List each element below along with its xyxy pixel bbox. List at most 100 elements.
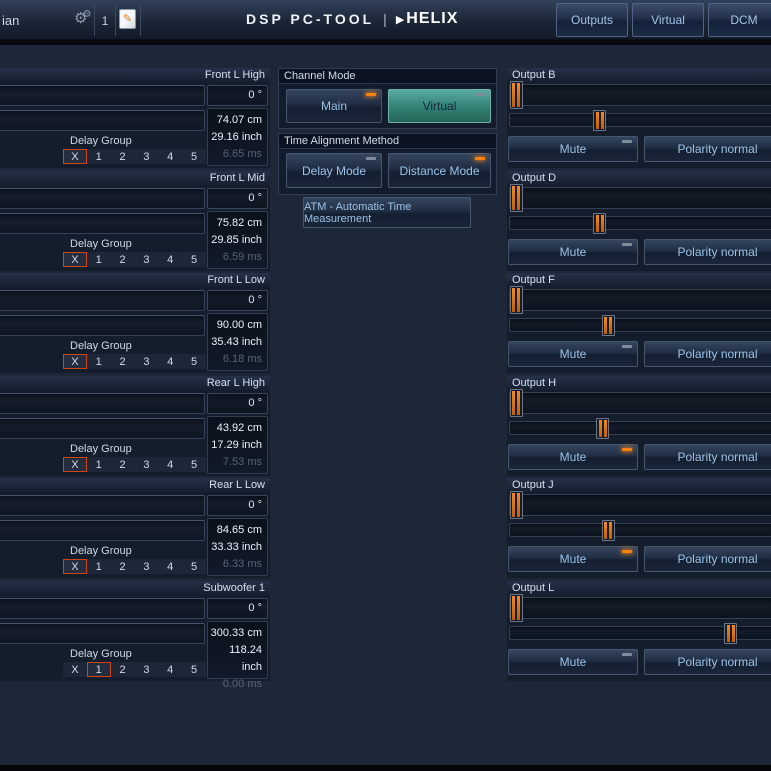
mute-button[interactable]: Mute — [508, 136, 638, 162]
delay-group-option[interactable]: 3 — [134, 662, 158, 677]
distance-fader-track[interactable] — [0, 520, 205, 541]
delay-group-option[interactable]: 3 — [134, 252, 158, 267]
mute-button[interactable]: Mute — [508, 341, 638, 367]
delay-group-option[interactable]: X — [63, 354, 87, 369]
delay-group-option[interactable]: 1 — [87, 149, 111, 164]
delay-group-option[interactable]: X — [63, 252, 87, 267]
delay-group-option[interactable]: 5 — [182, 559, 206, 574]
output-delay-slider-track[interactable] — [509, 113, 771, 127]
output-delay-slider-handle[interactable] — [596, 418, 609, 439]
output-level-slider-handle[interactable] — [510, 184, 523, 212]
delay-group-option[interactable]: 2 — [111, 662, 135, 677]
delay-fader-track[interactable] — [0, 393, 205, 414]
phase-angle-field[interactable]: 0 ° — [207, 495, 268, 516]
polarity-button[interactable]: Polarity normal — [644, 546, 771, 572]
delay-fader-track[interactable] — [0, 290, 205, 311]
nav-outputs-button[interactable]: Outputs — [556, 3, 628, 37]
delay-group-option[interactable]: 1 — [87, 662, 111, 677]
polarity-button[interactable]: Polarity normal — [644, 444, 771, 470]
output-delay-slider-handle[interactable] — [602, 315, 615, 336]
delay-group-option[interactable]: 4 — [158, 559, 182, 574]
delay-group-option[interactable]: 1 — [87, 354, 111, 369]
phase-angle-field[interactable]: 0 ° — [207, 85, 268, 106]
delay-fader-track[interactable] — [0, 188, 205, 209]
mute-button[interactable]: Mute — [508, 239, 638, 265]
delay-group-option[interactable]: 5 — [182, 149, 206, 164]
nav-dcm-button[interactable]: DCM — [708, 3, 771, 37]
phase-angle-field[interactable]: 0 ° — [207, 598, 268, 619]
output-level-slider-track[interactable] — [509, 597, 771, 619]
delay-group-option[interactable]: 1 — [87, 559, 111, 574]
distance-fader-track[interactable] — [0, 623, 205, 644]
delay-group-option[interactable]: X — [63, 559, 87, 574]
delay-group-option[interactable]: X — [63, 662, 87, 677]
edit-note-icon[interactable]: ✎ — [119, 9, 136, 29]
delay-group-option[interactable]: 3 — [134, 354, 158, 369]
output-delay-slider-handle[interactable] — [724, 623, 737, 644]
channel-mode-main-button[interactable]: Main — [286, 89, 382, 123]
output-level-slider-handle[interactable] — [510, 594, 523, 622]
delay-fader-track[interactable] — [0, 495, 205, 516]
output-delay-slider-handle[interactable] — [593, 110, 606, 131]
delay-group-option[interactable]: 4 — [158, 149, 182, 164]
delay-group-option[interactable]: X — [63, 149, 87, 164]
delay-group-option[interactable]: 3 — [134, 559, 158, 574]
nav-virtual-button[interactable]: Virtual — [632, 3, 704, 37]
delay-group-option[interactable]: 5 — [182, 457, 206, 472]
output-level-slider-track[interactable] — [509, 187, 771, 209]
delay-group-option[interactable]: 1 — [87, 252, 111, 267]
delay-group-option[interactable]: 4 — [158, 457, 182, 472]
delay-group-option[interactable]: 2 — [111, 149, 135, 164]
output-delay-slider-handle[interactable] — [602, 520, 615, 541]
output-delay-slider-track[interactable] — [509, 421, 771, 435]
mute-button[interactable]: Mute — [508, 444, 638, 470]
output-level-slider-handle[interactable] — [510, 389, 523, 417]
output-delay-slider-handle[interactable] — [593, 213, 606, 234]
polarity-button[interactable]: Polarity normal — [644, 649, 771, 675]
polarity-button[interactable]: Polarity normal — [644, 341, 771, 367]
delay-group-option[interactable]: 5 — [182, 252, 206, 267]
distance-mode-button[interactable]: Distance Mode — [388, 153, 491, 188]
polarity-button[interactable]: Polarity normal — [644, 239, 771, 265]
phase-angle-field[interactable]: 0 ° — [207, 290, 268, 311]
output-level-slider-track[interactable] — [509, 289, 771, 311]
delay-group-option[interactable]: 4 — [158, 662, 182, 677]
delay-group-option[interactable]: 2 — [111, 252, 135, 267]
output-level-slider-handle[interactable] — [510, 491, 523, 519]
atm-button[interactable]: ATM - Automatic Time Measurement — [303, 197, 471, 228]
output-delay-slider-track[interactable] — [509, 216, 771, 230]
output-level-slider-track[interactable] — [509, 392, 771, 414]
delay-group-option[interactable]: 1 — [87, 457, 111, 472]
mute-button[interactable]: Mute — [508, 649, 638, 675]
delay-group-option[interactable]: 2 — [111, 457, 135, 472]
channel-mode-virtual-button[interactable]: Virtual — [388, 89, 491, 123]
delay-group-option[interactable]: 4 — [158, 252, 182, 267]
delay-fader-track[interactable] — [0, 598, 205, 619]
delay-group-option[interactable]: 5 — [182, 354, 206, 369]
delay-fader-track[interactable] — [0, 85, 205, 106]
mute-button[interactable]: Mute — [508, 546, 638, 572]
phase-angle-field[interactable]: 0 ° — [207, 393, 268, 414]
phase-angle-field[interactable]: 0 ° — [207, 188, 268, 209]
polarity-button[interactable]: Polarity normal — [644, 136, 771, 162]
delay-group-option[interactable]: 5 — [182, 662, 206, 677]
output-level-slider-track[interactable] — [509, 84, 771, 106]
distance-fader-track[interactable] — [0, 315, 205, 336]
output-delay-slider-track[interactable] — [509, 626, 771, 640]
distance-fader-track[interactable] — [0, 418, 205, 439]
output-level-slider-track[interactable] — [509, 494, 771, 516]
distance-fader-track[interactable] — [0, 110, 205, 131]
delay-group-option[interactable]: 2 — [111, 559, 135, 574]
distance-fader-track[interactable] — [0, 213, 205, 234]
delay-group-option[interactable]: X — [63, 457, 87, 472]
output-level-slider-handle[interactable] — [510, 81, 523, 109]
output-delay-slider-track[interactable] — [509, 523, 771, 537]
delay-group-option[interactable]: 2 — [111, 354, 135, 369]
output-delay-slider-track[interactable] — [509, 318, 771, 332]
delay-group-option[interactable]: 4 — [158, 354, 182, 369]
settings-gears-icon[interactable]: ⚙⚙ — [74, 9, 91, 27]
delay-mode-button[interactable]: Delay Mode — [286, 153, 382, 188]
delay-group-option[interactable]: 3 — [134, 457, 158, 472]
delay-group-option[interactable]: 3 — [134, 149, 158, 164]
output-level-slider-handle[interactable] — [510, 286, 523, 314]
